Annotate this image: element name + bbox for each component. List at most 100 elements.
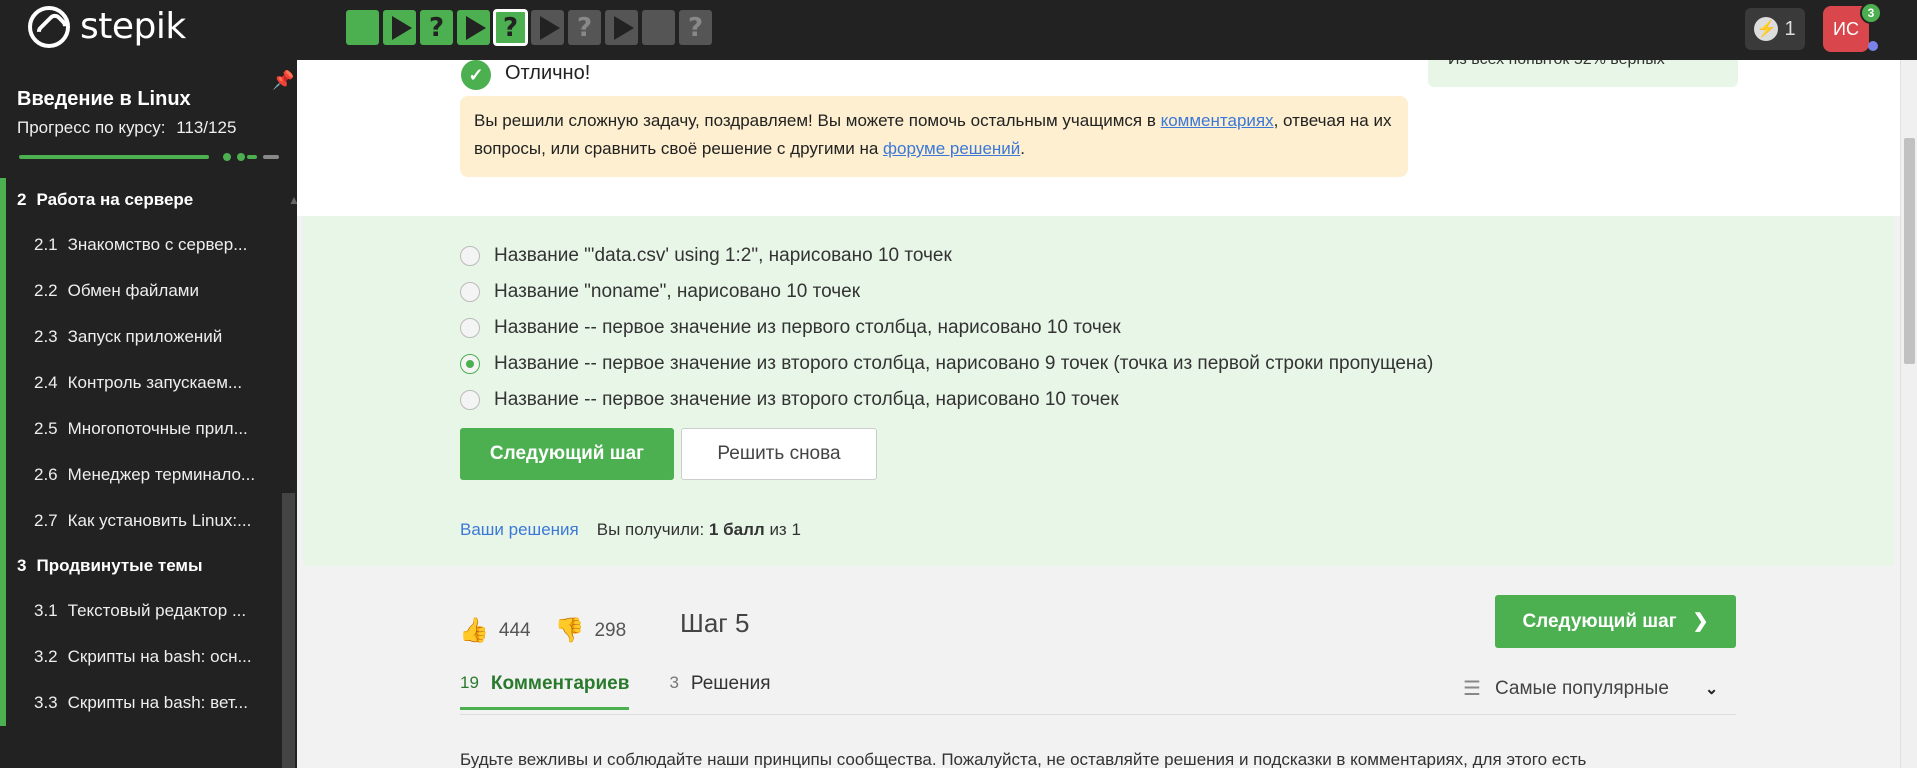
dislikes-count: 298 [594, 619, 627, 641]
question-icon: ? [687, 12, 704, 43]
energy-counter[interactable]: ⚡ 1 [1745, 8, 1805, 50]
tab-comments[interactable]: 19 Комментариев [460, 673, 630, 710]
radio-button[interactable] [460, 390, 480, 410]
step-9[interactable] [642, 10, 675, 45]
thumbs-up-icon[interactable]: 👍 [459, 616, 489, 645]
radio-button[interactable] [460, 318, 480, 338]
progress-fill [19, 155, 209, 159]
play-icon [465, 15, 486, 40]
progress-dot [237, 153, 245, 161]
module-3[interactable]: 3 Продвинутые темы [0, 544, 297, 588]
solve-again-button[interactable]: Решить снова [681, 428, 877, 480]
tab-label: Решения [690, 673, 771, 694]
option-label: Название "noname", нарисовано 10 точек [494, 281, 861, 302]
sidebar-lesson-3.2[interactable]: 3.2 Скрипты на bash: осн... [0, 634, 297, 680]
step-8[interactable] [605, 10, 638, 45]
answer-option[interactable]: Название "noname", нарисовано 10 точек [460, 274, 1433, 310]
solutions-forum-link[interactable]: форуме решений [883, 139, 1020, 158]
question-icon: ? [428, 12, 445, 43]
page-scrollbar[interactable] [1900, 60, 1917, 768]
question-icon: ? [502, 12, 519, 43]
step-1[interactable] [346, 10, 379, 45]
pin-icon[interactable]: 📌 [272, 70, 294, 91]
progress-bar [19, 153, 279, 161]
sidebar-lesson-3.3[interactable]: 3.3 Скрипты на bash: вет... [0, 680, 297, 726]
lesson-number: 2.1 [34, 235, 58, 254]
module-number: 3 [17, 556, 27, 575]
progress-value: 113/125 [176, 118, 237, 137]
next-step-label: Следующий шаг [1522, 610, 1677, 632]
lesson-number: 2.5 [34, 419, 58, 438]
lesson-title: Обмен файлами [67, 281, 199, 300]
stepik-logo-icon [28, 6, 70, 48]
step-6[interactable] [531, 10, 564, 45]
lesson-title: Текстовый редактор ... [67, 601, 247, 620]
answer-option[interactable]: Название -- первое значение из первого с… [460, 310, 1433, 346]
sidebar-lesson-2.5[interactable]: 2.5 Многопоточные прил... [0, 406, 297, 452]
lesson-number: 3.1 [34, 601, 58, 620]
chevron-down-icon: ⌄ [1704, 680, 1719, 698]
step-footer: 👍 444 👎 298 Шаг 5 Следующий шаг ❯ 19 Комм… [297, 566, 1900, 768]
discussion-tabs: 19 Комментариев 3 Решения [460, 673, 771, 710]
alert-text: Вы решили сложную задачу, поздравляем! В… [474, 111, 1161, 130]
score-suffix: из 1 [769, 520, 801, 539]
step-7[interactable]: ? [568, 10, 601, 45]
chevron-up-icon[interactable]: ▲ [288, 193, 297, 207]
module-number: 2 [17, 190, 27, 209]
your-solutions-link[interactable]: Ваши решения [460, 520, 579, 540]
sidebar-lesson-2.2[interactable]: 2.2 Обмен файлами [0, 268, 297, 314]
community-notice: Будьте вежливы и соблюдайте наши принцип… [460, 750, 1587, 768]
answer-option[interactable]: Название "'data.csv' using 1:2", нарисов… [460, 238, 1433, 274]
step-3[interactable]: ? [420, 10, 453, 45]
next-step-button-footer[interactable]: Следующий шаг ❯ [1495, 595, 1736, 648]
sidebar-lesson-2.3[interactable]: 2.3 Запуск приложений [0, 314, 297, 360]
progress-remaining [263, 155, 279, 159]
status-dot [1868, 41, 1878, 51]
stepik-logo[interactable]: stepik [28, 6, 186, 48]
lesson-number: 2.3 [34, 327, 58, 346]
module-title: Продвинутые темы [36, 556, 203, 575]
score-value: 1 балл [708, 520, 765, 539]
lesson-title: Многопоточные прил... [67, 419, 248, 438]
lesson-title: Менеджер терминало... [67, 465, 256, 484]
sidebar-lesson-2.7[interactable]: 2.7 Как установить Linux:... [0, 498, 297, 544]
success-alert: Вы решили сложную задачу, поздравляем! В… [460, 96, 1408, 177]
tab-count: 3 [669, 673, 679, 692]
question-icon: ? [576, 12, 593, 43]
step-4[interactable] [457, 10, 490, 45]
course-progress: Прогресс по курсу: 113/125 [17, 118, 236, 138]
answer-option[interactable]: Название -- первое значение из второго с… [460, 346, 1433, 382]
play-icon [613, 15, 634, 40]
comments-link[interactable]: комментариях [1161, 111, 1274, 130]
course-title[interactable]: Введение в Linux [17, 88, 191, 111]
alert-text-3: . [1020, 139, 1026, 158]
avatar-initials: ИС [1833, 18, 1859, 39]
answer-options: Название "'data.csv' using 1:2", нарисов… [460, 238, 1433, 418]
lesson-number: 2.7 [34, 511, 58, 530]
tab-label: Комментариев [490, 673, 630, 694]
radio-button[interactable] [460, 246, 480, 266]
radio-button[interactable] [460, 354, 480, 374]
sidebar-scrollbar[interactable] [282, 493, 295, 768]
play-icon [391, 15, 412, 40]
lesson-title: Контроль запускаем... [67, 373, 243, 392]
next-step-button[interactable]: Следующий шаг [460, 428, 674, 480]
answer-option[interactable]: Название -- первое значение из второго с… [460, 382, 1433, 418]
step-5[interactable]: ? [493, 9, 528, 46]
tab-solutions[interactable]: 3 Решения [669, 673, 770, 710]
scrollbar-thumb[interactable] [1904, 138, 1915, 364]
module-2[interactable]: 2 Работа на сервере ▲ [0, 178, 297, 222]
thumbs-down-icon[interactable]: 👎 [555, 616, 585, 645]
step-2[interactable] [383, 10, 416, 45]
sidebar-lesson-2.1[interactable]: 2.1 Знакомство с сервер... [0, 222, 297, 268]
step-10[interactable]: ? [679, 10, 712, 45]
score-text: Вы получили: 1 балл из 1 [597, 520, 801, 540]
sidebar-lesson-2.4[interactable]: 2.4 Контроль запускаем... [0, 360, 297, 406]
score-prefix: Вы получили: [596, 520, 705, 539]
tab-count: 19 [460, 673, 479, 692]
sidebar-lesson-2.6[interactable]: 2.6 Менеджер терминало... [0, 452, 297, 498]
sidebar-lesson-3.1[interactable]: 3.1 Текстовый редактор ... [0, 588, 297, 634]
lesson-list: 2 Работа на сервере ▲ 2.1 Знакомство с серве… [0, 178, 297, 726]
sort-dropdown[interactable]: ☰ Самые популярные ⌄ [1463, 676, 1718, 701]
radio-button[interactable] [460, 282, 480, 302]
